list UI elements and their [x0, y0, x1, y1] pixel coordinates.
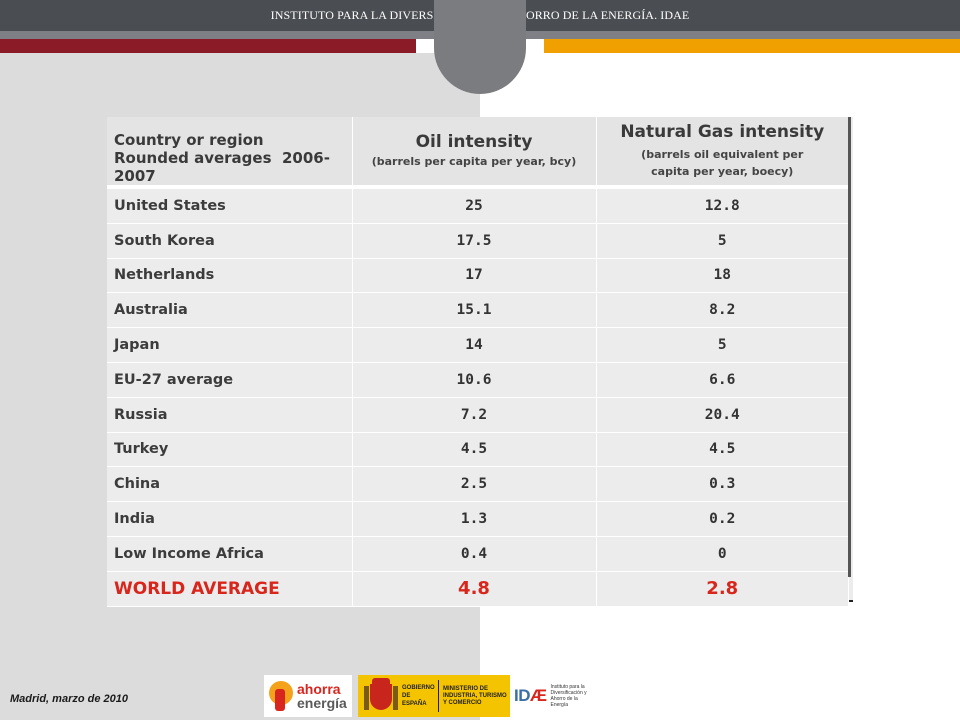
- world-average-gas: 2.8: [596, 571, 849, 607]
- orange-band: [544, 39, 960, 53]
- row-oil-value: 25: [352, 188, 597, 224]
- ahorra-logo-line2: energía: [297, 695, 347, 711]
- ahorra-logo-text: ahorra energía: [297, 682, 347, 710]
- row-gas-value: 8.2: [596, 292, 849, 329]
- intensity-table-container: Country or region Rounded averages 2006-…: [107, 117, 853, 607]
- header-gas-title: Natural Gas intensity: [620, 122, 825, 142]
- table-row: Australia 15.1 8.2: [107, 292, 849, 329]
- row-oil-value: 15.1: [352, 292, 597, 329]
- row-oil-value: 0.4: [352, 536, 597, 572]
- row-country: India: [107, 501, 353, 537]
- world-average-oil: 4.8: [352, 571, 597, 607]
- row-country: EU-27 average: [107, 362, 353, 398]
- idae-subtitle: Instituto para la Diversificación y Ahor…: [550, 684, 587, 708]
- header-gas: Natural Gas intensity (barrels oil equiv…: [596, 117, 849, 186]
- header-circle-decoration: [434, 0, 526, 94]
- header-gas-subtitle-line2: capita per year, boecy): [651, 165, 794, 178]
- idae-logo: IDÆ Instituto para la Diversificación y …: [512, 675, 604, 717]
- row-gas-value: 0.2: [596, 501, 849, 537]
- logo-divider: [438, 680, 439, 712]
- idae-wordmark-prefix: ID: [514, 686, 531, 705]
- header-gas-subtitle: (barrels oil equivalent per capita per y…: [597, 146, 849, 180]
- table-row: Netherlands 17 18: [107, 258, 849, 294]
- ministerio-text: MINISTERIO DE INDUSTRIA, TURISMO Y COMER…: [443, 685, 507, 706]
- header-gas-subtitle-line1: (barrels oil equivalent per: [641, 148, 804, 161]
- ahorra-energia-logo: ahorra energía: [264, 675, 352, 717]
- row-oil-value: 7.2: [352, 397, 597, 433]
- gobierno-espana-logo: GOBIERNO DE ESPAÑA MINISTERIO DE INDUSTR…: [358, 675, 510, 717]
- row-oil-value: 1.3: [352, 501, 597, 537]
- header-country: Country or region Rounded averages 2006-…: [107, 117, 353, 186]
- row-country: Low Income Africa: [107, 536, 353, 572]
- row-gas-value: 5: [596, 327, 849, 363]
- row-country: Russia: [107, 397, 353, 433]
- row-country: Japan: [107, 327, 353, 363]
- coat-of-arms-icon: [364, 678, 398, 714]
- footer-date: Madrid, marzo de 2010: [10, 693, 128, 705]
- table-right-shadow: [848, 117, 851, 577]
- table-row: South Korea 17.5 5: [107, 223, 849, 259]
- row-gas-value: 0.3: [596, 466, 849, 503]
- table-row: Turkey 4.5 4.5: [107, 432, 849, 468]
- ahorra-logo-line1: ahorra: [297, 681, 341, 697]
- header-oil-subtitle: (barrels per capita per year, bcy): [371, 155, 577, 168]
- row-oil-value: 17.5: [352, 223, 597, 259]
- idae-wordmark: IDÆ: [514, 686, 547, 706]
- row-gas-value: 4.5: [596, 432, 849, 468]
- header-country-subtitle: Rounded averages 2006-2007: [114, 149, 352, 185]
- row-oil-value: 2.5: [352, 466, 597, 503]
- row-gas-value: 18: [596, 258, 849, 294]
- red-band: [0, 39, 416, 53]
- row-oil-value: 17: [352, 258, 597, 294]
- table-row: EU-27 average 10.6 6.6: [107, 362, 849, 398]
- row-country: China: [107, 466, 353, 503]
- row-oil-value: 4.5: [352, 432, 597, 468]
- row-country: Turkey: [107, 432, 353, 468]
- header-country-prefix: Rounded averages: [114, 149, 272, 167]
- header-country-title: Country or region: [114, 131, 264, 149]
- table-row: Russia 7.2 20.4: [107, 397, 849, 433]
- table-header-row: Country or region Rounded averages 2006-…: [107, 117, 849, 186]
- row-oil-value: 14: [352, 327, 597, 363]
- ahorra-hand-icon: [267, 679, 295, 713]
- row-country: South Korea: [107, 223, 353, 259]
- row-oil-value: 10.6: [352, 362, 597, 398]
- row-country: United States: [107, 188, 353, 224]
- header-oil: Oil intensity (barrels per capita per ye…: [352, 117, 597, 186]
- row-gas-value: 6.6: [596, 362, 849, 398]
- gobierno-text: GOBIERNO DE ESPAÑA: [402, 685, 435, 707]
- row-country: Australia: [107, 292, 353, 329]
- row-country: Netherlands: [107, 258, 353, 294]
- world-average-row: WORLD AVERAGE 4.8 2.8: [107, 571, 849, 607]
- row-gas-value: 20.4: [596, 397, 849, 433]
- table-row: India 1.3 0.2: [107, 501, 849, 537]
- idae-wordmark-ae: Æ: [530, 686, 547, 705]
- row-gas-value: 0: [596, 536, 849, 572]
- row-gas-value: 5: [596, 223, 849, 259]
- intensity-table: Country or region Rounded averages 2006-…: [107, 117, 849, 607]
- world-average-label: WORLD AVERAGE: [107, 571, 353, 607]
- row-gas-value: 12.8: [596, 188, 849, 224]
- table-row: Low Income Africa 0.4 0: [107, 536, 849, 572]
- table-row: China 2.5 0.3: [107, 466, 849, 503]
- header-oil-title: Oil intensity: [415, 132, 533, 152]
- table-row: United States 25 12.8: [107, 188, 849, 224]
- table-row: Japan 14 5: [107, 327, 849, 363]
